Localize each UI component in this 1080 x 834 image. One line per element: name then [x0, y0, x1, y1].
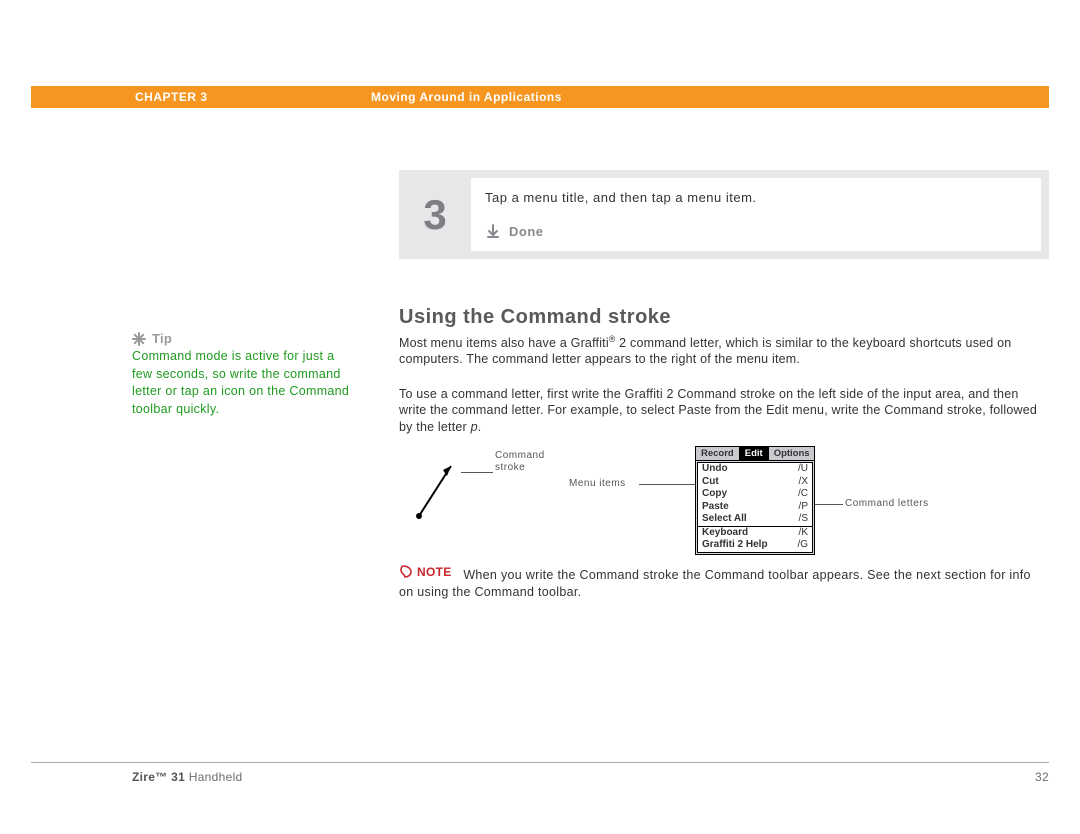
step-box: 3 Tap a menu title, and then tap a menu …	[399, 170, 1049, 259]
step-number: 3	[399, 170, 471, 259]
menu-item: Select All/S	[698, 513, 812, 526]
footer-rule	[31, 762, 1049, 763]
tip-box: Tip Command mode is active for just a fe…	[132, 331, 352, 418]
step-body: Tap a menu title, and then tap a menu it…	[471, 178, 1041, 251]
para2-italic: p	[471, 420, 478, 434]
product-name-bold: Zire™ 31	[132, 770, 185, 784]
leader-line	[639, 484, 695, 485]
footer: Zire™ 31 Handheld 32	[132, 770, 1049, 784]
product-name-rest: Handheld	[185, 770, 242, 784]
command-stroke-icon	[413, 458, 459, 522]
section-heading: Using the Command stroke	[399, 306, 671, 329]
page-number: 32	[1035, 770, 1049, 784]
figure: Command stroke Menu items Command letter…	[399, 440, 1049, 560]
menu-item: Paste/P	[698, 501, 812, 514]
chapter-title: Moving Around in Applications	[371, 90, 562, 104]
asterisk-icon	[132, 332, 146, 346]
menu-item-shortcut: /X	[799, 476, 808, 489]
step-text: Tap a menu title, and then tap a menu it…	[485, 190, 1027, 205]
chapter-label: CHAPTER 3	[31, 90, 371, 104]
menu-item-shortcut: /K	[799, 527, 808, 540]
menu-item-label: Cut	[702, 476, 719, 489]
intro-paragraph-2: To use a command letter, first write the…	[399, 386, 1049, 435]
menu-item-shortcut: /G	[797, 539, 808, 552]
registered-mark: ®	[609, 334, 616, 344]
tip-body: Command mode is active for just a few se…	[132, 348, 352, 418]
note-text: When you write the Command stroke the Co…	[399, 568, 1031, 599]
product-name: Zire™ 31 Handheld	[132, 770, 243, 784]
menu-item: Undo/U	[698, 463, 812, 476]
menu-item-label: Keyboard	[702, 527, 748, 540]
para1-part-a: Most menu items also have a Graffiti	[399, 336, 609, 350]
menu-items-label: Menu items	[569, 478, 626, 489]
note-icon	[399, 565, 413, 579]
leader-line	[815, 504, 843, 505]
note-paragraph: NOTE When you write the Command stroke t…	[399, 564, 1049, 601]
menu-item: Keyboard/K	[698, 527, 812, 540]
tip-label: Tip	[152, 331, 172, 346]
menu-item-shortcut: /C	[798, 488, 808, 501]
done-row: Done	[485, 223, 1027, 239]
menu-item-label: Paste	[702, 501, 729, 514]
menu-item: Copy/C	[698, 488, 812, 501]
menu-item-label: Copy	[702, 488, 727, 501]
para2-part-b: .	[478, 420, 482, 434]
menu-item-label: Select All	[702, 513, 747, 526]
leader-line	[461, 472, 493, 473]
intro-paragraph-1: Most menu items also have a Graffiti® 2 …	[399, 334, 1049, 368]
note-badge-text: NOTE	[417, 564, 452, 580]
done-arrow-icon	[485, 223, 501, 239]
menu-item: Cut/X	[698, 476, 812, 489]
command-letters-label: Command letters	[845, 498, 929, 509]
header-bar: CHAPTER 3 Moving Around in Applications	[31, 86, 1049, 108]
command-stroke-label: Command stroke	[495, 450, 575, 474]
menu-tab-edit: Edit	[740, 447, 769, 460]
palm-menu: Record Edit Options Undo/U Cut/X Copy/C …	[695, 446, 815, 555]
menu-item: Graffiti 2 Help/G	[698, 539, 812, 552]
menu-item-label: Undo	[702, 463, 728, 476]
done-label: Done	[509, 224, 544, 239]
menu-item-label: Graffiti 2 Help	[702, 539, 768, 552]
menu-bar: Record Edit Options	[696, 447, 814, 461]
menu-item-shortcut: /S	[799, 513, 808, 526]
menu-list: Undo/U Cut/X Copy/C Paste/P Select All/S…	[697, 462, 813, 553]
note-badge: NOTE	[399, 564, 452, 580]
tip-heading: Tip	[132, 331, 352, 346]
menu-tab-record: Record	[696, 447, 740, 460]
menu-item-shortcut: /U	[798, 463, 808, 476]
para2-part-a: To use a command letter, first write the…	[399, 387, 1037, 434]
menu-tab-options: Options	[769, 447, 815, 460]
menu-item-shortcut: /P	[799, 501, 808, 514]
